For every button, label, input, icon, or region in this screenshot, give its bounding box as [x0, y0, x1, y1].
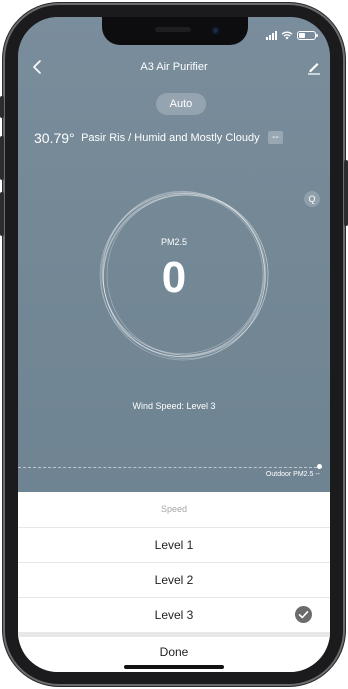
option-label: Level 2	[154, 573, 194, 587]
sheet-title: Speed	[160, 504, 188, 514]
screen: A3 Air Purifier Auto 30.79° Pasir Ris / …	[18, 17, 330, 672]
mode-button[interactable]: Auto	[156, 93, 206, 115]
power-button	[344, 160, 348, 226]
option-label: Level 1	[154, 538, 194, 552]
weather-location: Pasir Ris / Humid and Mostly Cloudy	[81, 131, 260, 144]
outdoor-pm-label: Outdoor PM2.5 --	[265, 471, 320, 478]
outdoor-trend-dot	[317, 464, 322, 469]
pm-value: 0	[161, 253, 187, 302]
pm-label: PM2.5	[160, 237, 187, 247]
mute-switch	[0, 96, 4, 118]
front-camera	[211, 26, 220, 35]
wifi-icon	[281, 31, 293, 40]
q-icon[interactable]: Q	[304, 191, 320, 207]
status-bar	[266, 31, 318, 40]
wind-speed-text: Wind Speed: Level 3	[132, 401, 216, 411]
speed-option-level-2[interactable]: Level 2	[18, 562, 330, 597]
nav-bar: A3 Air Purifier	[18, 57, 330, 81]
aqi-badge: --	[268, 131, 283, 145]
temperature: 30.79°	[34, 129, 75, 146]
signal-icon	[266, 31, 277, 40]
volume-up-button	[0, 136, 4, 180]
home-indicator[interactable]	[124, 665, 224, 669]
battery-icon	[297, 31, 318, 40]
outdoor-trend-line	[18, 467, 322, 468]
speed-action-sheet: Speed Level 1 Level 2 Level 3 Done	[18, 492, 330, 672]
option-label: Level 3	[154, 608, 194, 622]
volume-down-button	[0, 192, 4, 236]
speed-option-level-1[interactable]: Level 1	[18, 527, 330, 562]
edit-pencil-icon[interactable]	[306, 59, 322, 75]
speed-option-level-3[interactable]: Level 3	[18, 597, 330, 632]
earpiece-speaker	[155, 27, 191, 32]
checkmark-icon	[295, 606, 312, 623]
page-title: A3 Air Purifier	[140, 61, 208, 73]
weather-bar: 30.79° Pasir Ris / Humid and Mostly Clou…	[34, 129, 316, 149]
